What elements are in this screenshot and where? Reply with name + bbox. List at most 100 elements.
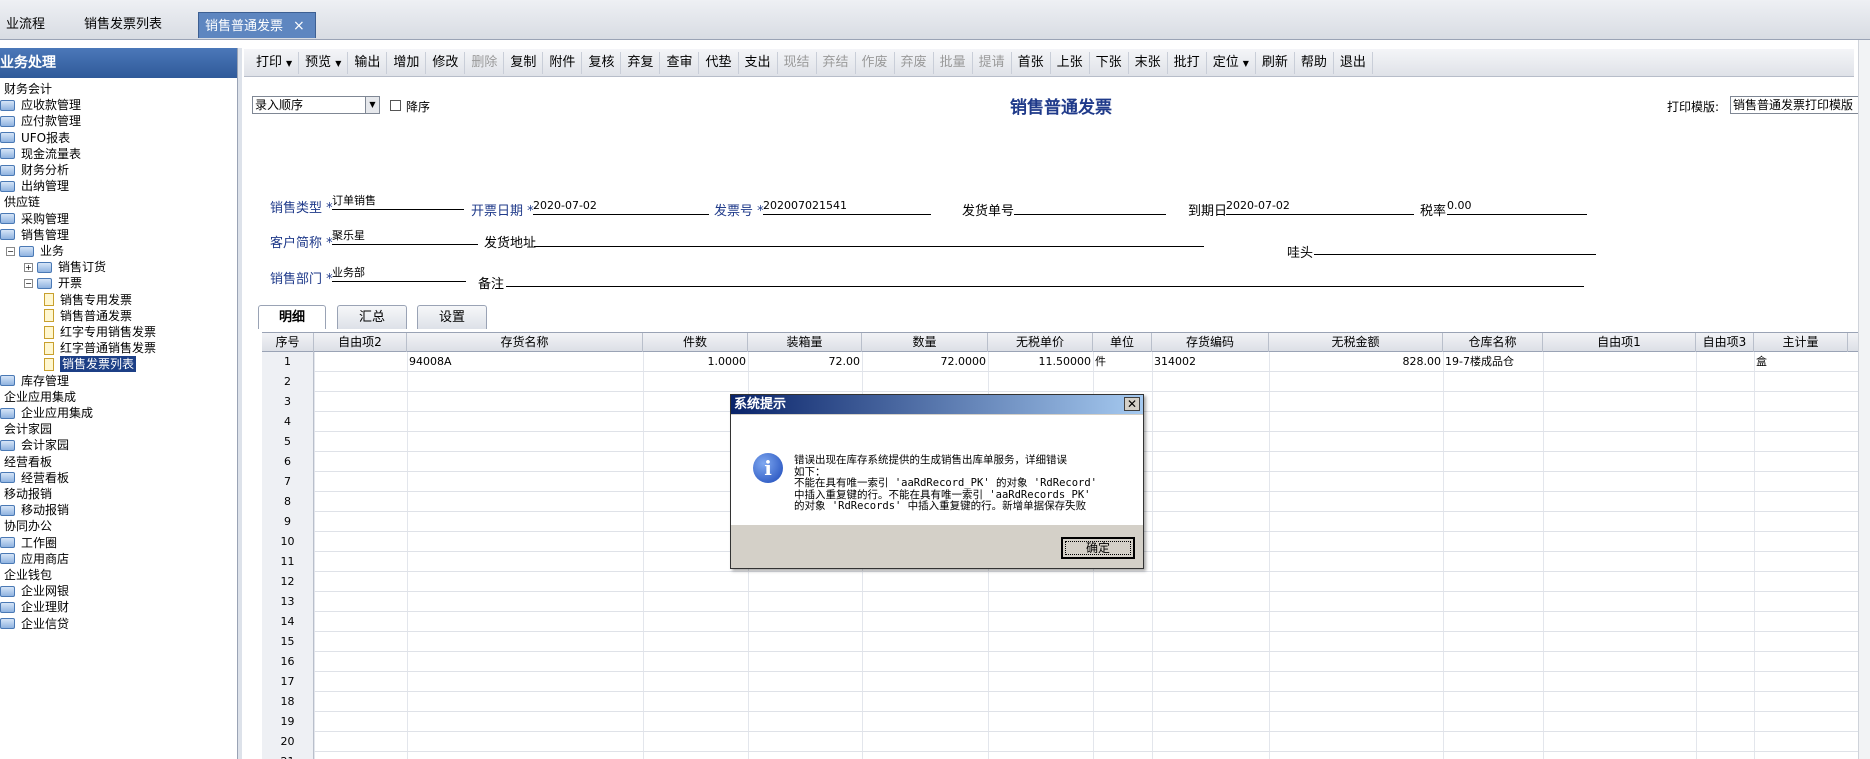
dept-field[interactable]: 业务部 bbox=[332, 266, 466, 282]
sidebar-item[interactable]: 销售普通发票 bbox=[44, 308, 132, 324]
sidebar-item[interactable]: 销售发票列表 bbox=[44, 356, 137, 373]
toolbar-button[interactable]: 代垫 bbox=[699, 51, 739, 74]
sidebar-item[interactable]: 工作圈 bbox=[0, 535, 57, 551]
sidebar-item[interactable]: 财务会计 bbox=[4, 81, 52, 97]
sidebar-item[interactable]: 经营看板 bbox=[4, 454, 52, 470]
column-header[interactable]: 自由项2 bbox=[314, 333, 407, 352]
toolbar-button[interactable]: 复制 bbox=[504, 51, 544, 74]
toolbar-button[interactable]: 弃复 bbox=[621, 51, 661, 74]
toolbar-button[interactable]: 支出 bbox=[739, 51, 778, 74]
remark-field[interactable] bbox=[506, 271, 1584, 287]
sidebar-item[interactable]: 会计家园 bbox=[4, 421, 52, 437]
grid-cell[interactable]: 314002 bbox=[1152, 352, 1269, 372]
tax-rate-field[interactable]: 0.00 bbox=[1447, 199, 1587, 215]
sidebar-item[interactable]: 库存管理 bbox=[0, 373, 69, 389]
tab-detail[interactable]: 明细 bbox=[258, 305, 326, 329]
toolbar-button[interactable]: 打印 ▼ bbox=[250, 51, 300, 74]
sidebar-item[interactable]: 红字普通销售发票 bbox=[44, 340, 156, 356]
toolbar-button[interactable]: 删除 bbox=[465, 51, 505, 74]
sidebar-item[interactable]: 采购管理 bbox=[0, 211, 69, 227]
print-template-select[interactable]: 销售普通发票打印模版 bbox=[1730, 96, 1860, 114]
sidebar-item[interactable]: 移动报销 bbox=[4, 486, 52, 502]
sidebar-item[interactable]: 出纳管理 bbox=[0, 178, 69, 194]
grid-cell[interactable] bbox=[1543, 352, 1696, 372]
tab-sales-invoice-list[interactable]: 销售发票列表 bbox=[78, 12, 188, 38]
sidebar-item[interactable]: 企业理财 bbox=[0, 599, 69, 615]
toolbar-button[interactable]: 附件 bbox=[543, 51, 583, 74]
toolbar-button[interactable]: 增加 bbox=[387, 51, 427, 74]
table-row[interactable]: 14 bbox=[262, 612, 1862, 632]
column-header[interactable]: 件数 bbox=[643, 333, 748, 352]
sidebar-item[interactable]: 协同办公 bbox=[4, 518, 52, 534]
grid-cell[interactable]: 11.50000 bbox=[988, 352, 1093, 372]
sidebar-item[interactable]: 供应链 bbox=[4, 194, 40, 210]
dropdown-arrow-icon[interactable]: ▼ bbox=[335, 59, 341, 68]
toolbar-button[interactable]: 上张 bbox=[1051, 51, 1090, 74]
toolbar-button[interactable]: 下张 bbox=[1090, 51, 1129, 74]
column-header[interactable]: 序号 bbox=[262, 333, 314, 352]
column-header[interactable]: 单位 bbox=[1093, 333, 1152, 352]
tab-business-flow[interactable]: 业流程 bbox=[0, 12, 64, 38]
due-date-field[interactable]: 2020-07-02 bbox=[1226, 199, 1414, 215]
collapse-icon[interactable]: − bbox=[6, 246, 15, 256]
header-field[interactable] bbox=[1314, 239, 1596, 255]
sidebar-item[interactable]: 企业网银 bbox=[0, 583, 69, 599]
table-row[interactable]: 16 bbox=[262, 652, 1862, 672]
desc-checkbox[interactable] bbox=[390, 100, 401, 111]
sidebar-item[interactable]: + 销售订货 bbox=[24, 259, 106, 275]
grid-cell[interactable]: 件 bbox=[1093, 352, 1152, 372]
splitter[interactable] bbox=[238, 48, 242, 759]
ship-address-field[interactable] bbox=[534, 231, 1204, 247]
column-header[interactable]: 无税单价 bbox=[988, 333, 1093, 352]
toolbar-button[interactable]: 刷新 bbox=[1256, 51, 1295, 74]
table-row[interactable]: 2 bbox=[262, 372, 1862, 392]
toolbar-button[interactable]: 弃结 bbox=[817, 51, 856, 74]
grid-cell[interactable] bbox=[1696, 352, 1754, 372]
sidebar-item[interactable]: 红字专用销售发票 bbox=[44, 324, 156, 340]
close-icon[interactable]: ✕ bbox=[1124, 397, 1140, 411]
toolbar-button[interactable]: 批量 bbox=[934, 51, 973, 74]
sidebar-item[interactable]: UFO报表 bbox=[0, 130, 70, 146]
toolbar-button[interactable]: 输出 bbox=[348, 51, 388, 74]
tab-summary[interactable]: 汇总 bbox=[337, 305, 407, 329]
table-row[interactable]: 1 94008A 1.0000 72.00 72.0000 11.50000 件 314002… bbox=[262, 352, 1862, 372]
grid-cell[interactable]: 19-7楼成品仓 bbox=[1443, 352, 1543, 372]
table-row[interactable]: 15 bbox=[262, 632, 1862, 652]
column-header[interactable]: 存货名称 bbox=[407, 333, 643, 352]
toolbar-button[interactable]: 修改 bbox=[426, 51, 466, 74]
grid-cell[interactable]: 72.00 bbox=[748, 352, 862, 372]
table-row[interactable]: 19 bbox=[262, 712, 1862, 732]
chevron-down-icon[interactable]: ▼ bbox=[365, 97, 379, 113]
toolbar-button[interactable]: 末张 bbox=[1129, 51, 1168, 74]
collapse-icon[interactable]: − bbox=[24, 278, 33, 288]
tab-close-icon[interactable]: × bbox=[293, 18, 305, 34]
table-row[interactable]: 17 bbox=[262, 672, 1862, 692]
sidebar-item[interactable]: 企业钱包 bbox=[4, 567, 52, 583]
toolbar-button[interactable]: 预览 ▼ bbox=[299, 51, 349, 74]
column-header[interactable]: 主计量 bbox=[1754, 333, 1848, 352]
column-header[interactable]: 存货编码 bbox=[1152, 333, 1269, 352]
grid-cell[interactable]: 72.0000 bbox=[862, 352, 988, 372]
invoice-date-field[interactable]: 2020-07-02 bbox=[533, 199, 709, 215]
grid-cell[interactable]: 94008A bbox=[407, 352, 643, 372]
vertical-scrollbar[interactable] bbox=[1858, 40, 1870, 759]
dropdown-arrow-icon[interactable]: ▼ bbox=[286, 59, 292, 68]
column-header[interactable]: 无税金额 bbox=[1269, 333, 1443, 352]
order-select[interactable]: 录入顺序 ▼ bbox=[252, 96, 380, 114]
sidebar-item[interactable]: 移动报销 bbox=[0, 502, 69, 518]
table-row[interactable]: 13 bbox=[262, 592, 1862, 612]
grid-cell[interactable]: 盒 bbox=[1754, 352, 1848, 372]
sidebar-item[interactable]: 财务分析 bbox=[0, 162, 69, 178]
sidebar-item[interactable]: 销售管理 bbox=[0, 227, 69, 243]
toolbar-button[interactable]: 退出 bbox=[1334, 51, 1373, 74]
toolbar-button[interactable]: 复核 bbox=[582, 51, 622, 74]
sidebar-item[interactable]: 应用商店 bbox=[0, 551, 69, 567]
table-row[interactable]: 20 bbox=[262, 732, 1862, 752]
customer-field[interactable]: 聚乐星 bbox=[332, 229, 478, 245]
sidebar-item[interactable]: 企业应用集成 bbox=[4, 389, 76, 405]
toolbar-button[interactable]: 批打 bbox=[1168, 51, 1207, 74]
table-row[interactable]: 18 bbox=[262, 692, 1862, 712]
column-header[interactable]: 装箱量 bbox=[748, 333, 862, 352]
tab-settings[interactable]: 设置 bbox=[417, 305, 487, 329]
ship-no-field[interactable] bbox=[1014, 199, 1166, 215]
